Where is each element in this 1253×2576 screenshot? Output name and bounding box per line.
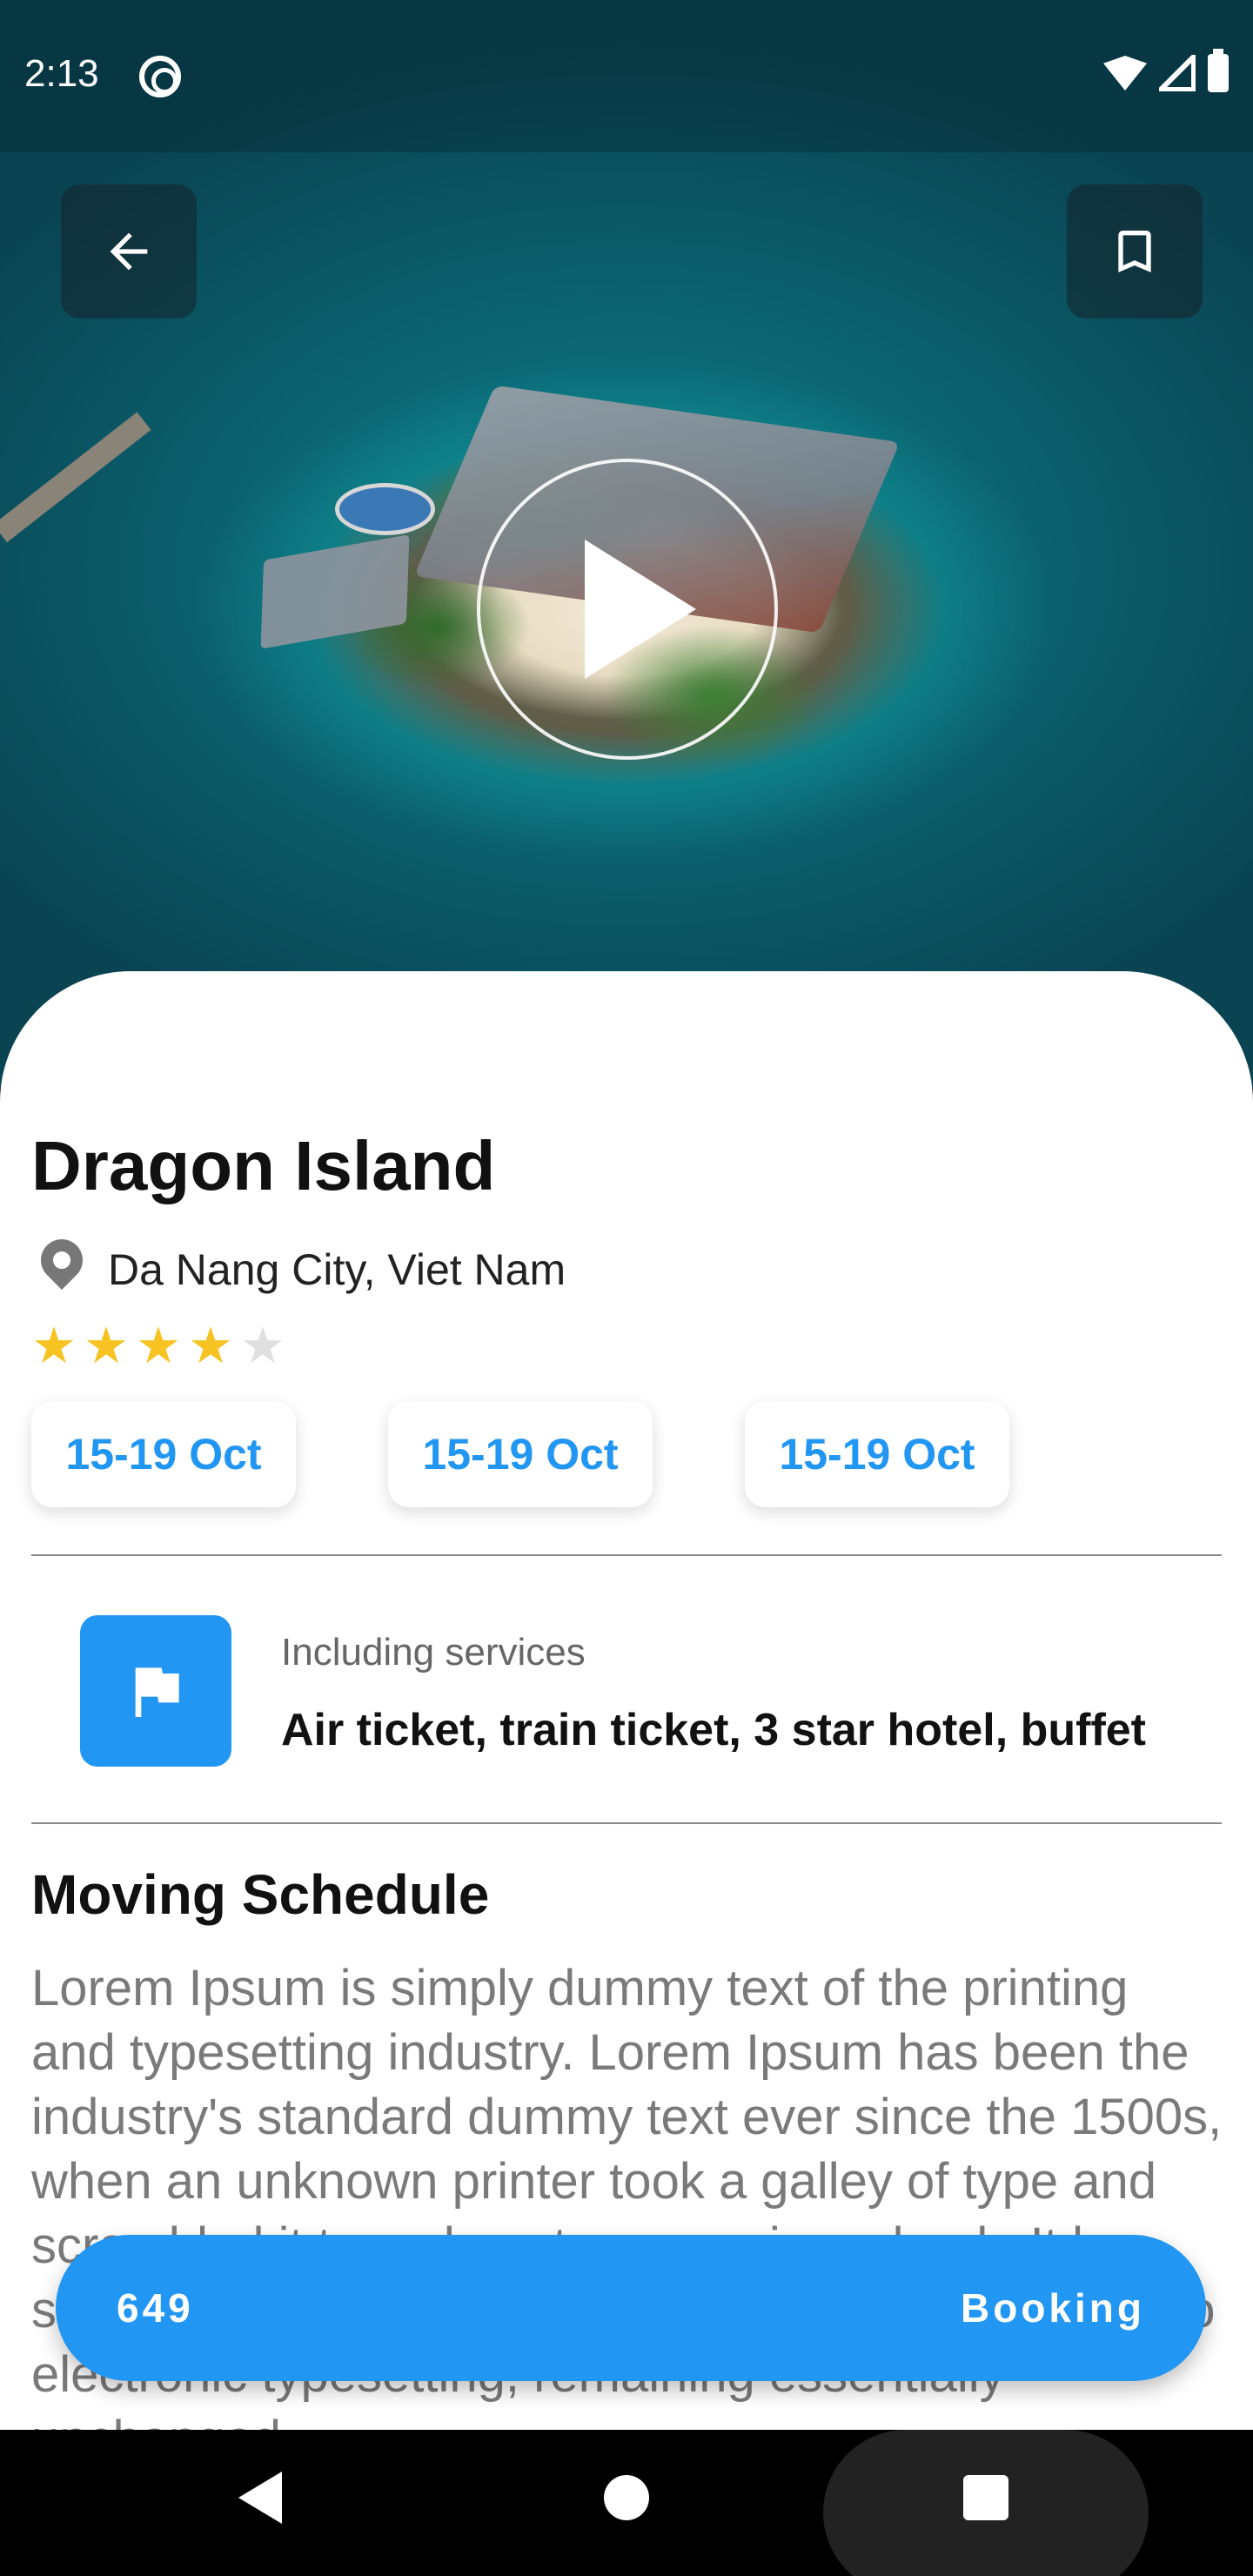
battery-icon	[1208, 49, 1229, 92]
signal-icon	[1159, 55, 1196, 91]
star-filled-icon: ★	[31, 1318, 77, 1374]
island-pool	[335, 483, 435, 535]
system-nav-bar	[0, 2430, 1253, 2576]
dock-decoration	[0, 412, 151, 543]
schedule-title: Moving Schedule	[31, 1863, 490, 1926]
wifi-icon	[1103, 56, 1147, 91]
services-icon-box	[80, 1615, 231, 1767]
status-icons	[1103, 49, 1229, 92]
location-row: Da Nang City, Viet Nam	[38, 1239, 566, 1300]
star-filled-icon: ★	[84, 1318, 129, 1374]
location-pin-icon	[38, 1239, 85, 1300]
rating-stars: ★ ★ ★ ★ ★	[31, 1321, 285, 1372]
bookmark-button[interactable]	[1067, 184, 1203, 319]
star-filled-icon: ★	[136, 1318, 181, 1374]
back-button[interactable]	[61, 184, 197, 319]
booking-button[interactable]: Booking	[961, 2284, 1145, 2331]
at-sign-icon	[139, 56, 181, 97]
nav-home-icon[interactable]	[604, 2475, 649, 2520]
arrow-back-icon	[110, 232, 148, 271]
services-value: Air ticket, train ticket, 3 star hotel, …	[281, 1705, 1146, 1755]
nav-back-icon[interactable]	[238, 2472, 282, 2524]
divider	[31, 1822, 1222, 1824]
divider	[31, 1554, 1222, 1556]
bookmark-icon	[1118, 231, 1151, 272]
star-empty-icon: ★	[240, 1318, 285, 1374]
location-text: Da Nang City, Viet Nam	[108, 1245, 566, 1294]
date-chip[interactable]: 15-19 Oct	[388, 1401, 653, 1507]
nav-recents-icon[interactable]	[963, 2475, 1008, 2520]
price-text: 649	[117, 2285, 194, 2331]
play-video-button[interactable]	[477, 459, 778, 760]
place-title: Dragon Island	[31, 1127, 496, 1204]
date-chip[interactable]: 15-19 Oct	[31, 1401, 296, 1507]
play-icon	[585, 540, 696, 679]
star-filled-icon: ★	[188, 1318, 233, 1374]
services-label: Including services	[281, 1631, 586, 1674]
status-bar: 2:13	[0, 0, 1253, 152]
status-time: 2:13	[24, 52, 99, 95]
date-chips: 15-19 Oct 15-19 Oct 15-19 Oct	[31, 1401, 1009, 1507]
date-chip[interactable]: 15-19 Oct	[745, 1401, 1009, 1507]
detail-sheet: Dragon Island Da Nang City, Viet Nam ★ ★…	[0, 971, 1253, 2430]
booking-bar[interactable]: 649 Booking	[56, 2235, 1206, 2381]
flag-icon	[135, 1667, 179, 1717]
